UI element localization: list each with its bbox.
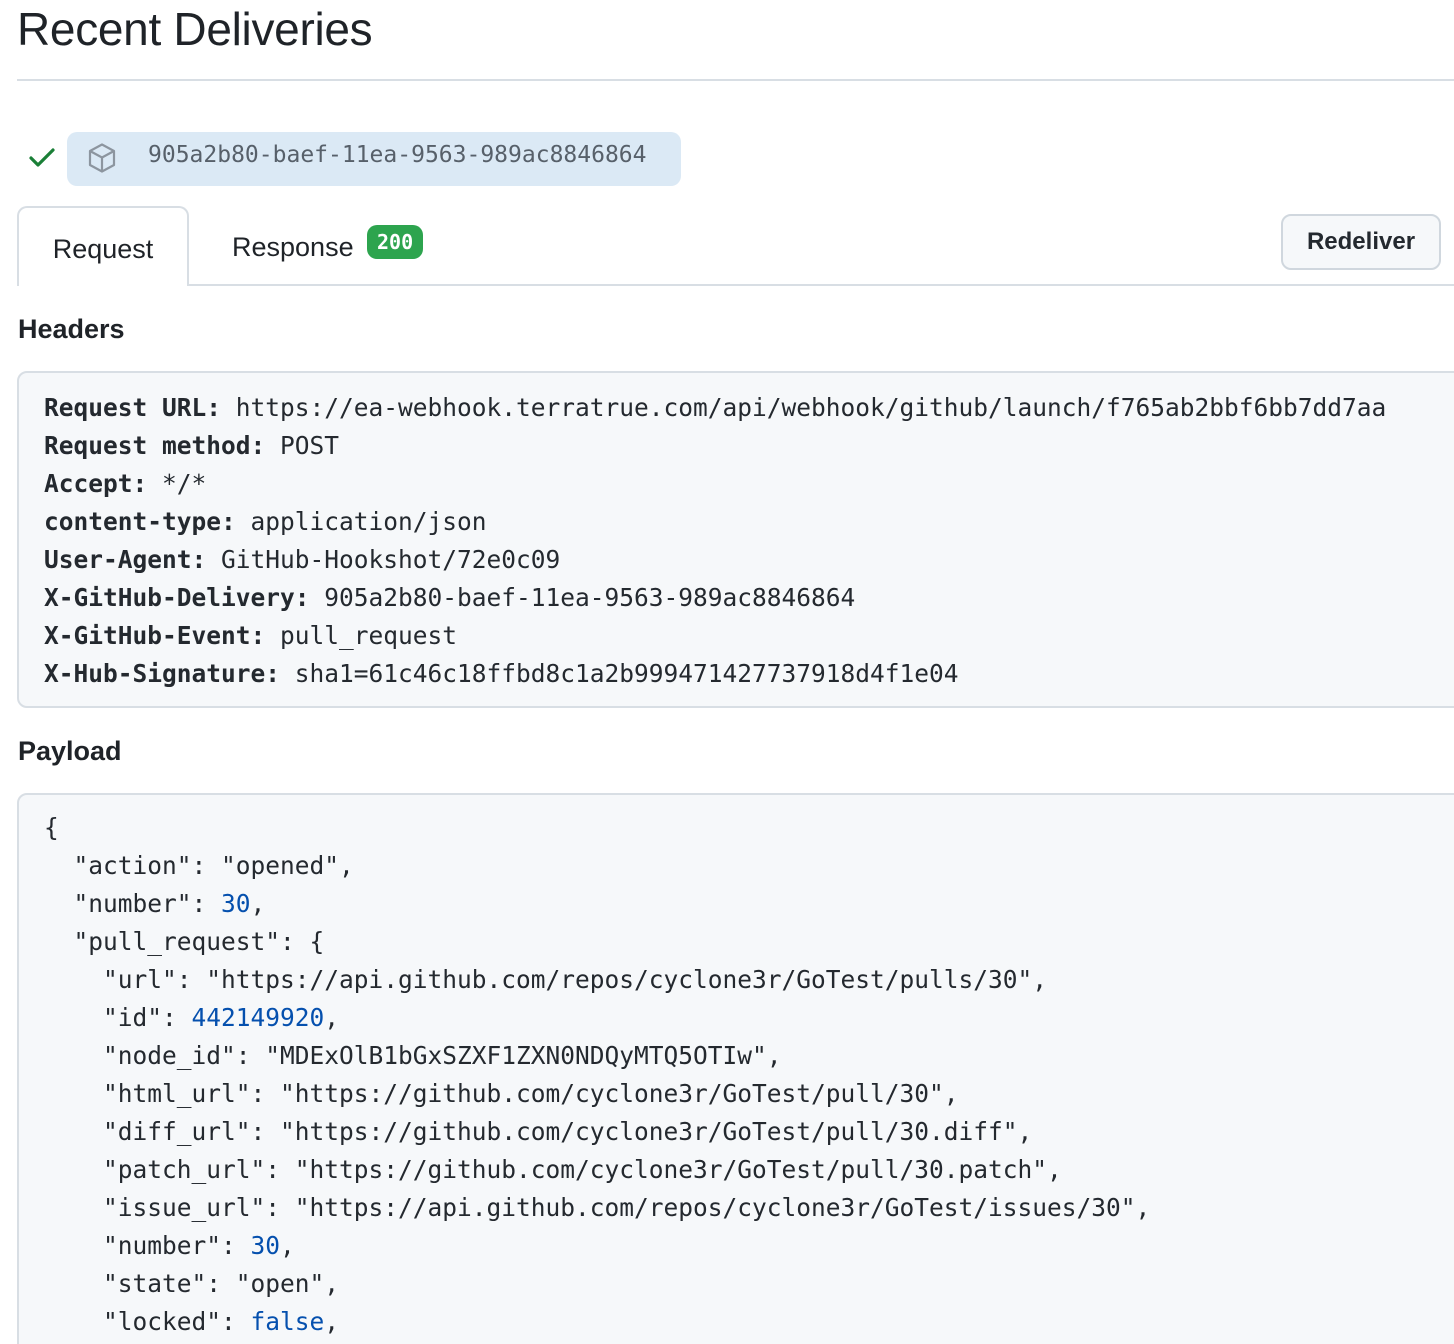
header-key: Accept: (44, 469, 148, 498)
header-value: GitHub-Hookshot/72e0c09 (206, 545, 561, 574)
tab-response-label: Response (232, 232, 354, 262)
payload-line: "node_id": "MDExOlB1bGxSZXF1ZXN0NDQyMTQ5… (44, 1037, 1150, 1075)
header-value: */* (147, 469, 207, 498)
header-value: POST (265, 431, 340, 460)
header-value: pull_request (265, 621, 458, 650)
header-key: X-GitHub-Delivery: (44, 583, 310, 612)
payload-text: "state": "open", (44, 1269, 340, 1298)
header-line: Request URL: https://ea-webhook.terratru… (44, 389, 1386, 427)
payload-punctuation: , (324, 1003, 340, 1032)
header-value: sha1=61c46c18ffbd8c1a2b999471427737918d4… (280, 659, 959, 688)
header-key: X-Hub-Signature: (44, 659, 281, 688)
title-divider (17, 79, 1454, 81)
tabs-divider (17, 284, 1454, 286)
payload-text: "html_url": "https://github.com/cyclone3… (44, 1079, 959, 1108)
payload-text: "diff_url": "https://github.com/cyclone3… (44, 1117, 1033, 1146)
payload-line: "action": "opened", (44, 847, 1150, 885)
payload-heading: Payload (18, 736, 122, 766)
payload-text: "patch_url": "https://github.com/cyclone… (44, 1155, 1062, 1184)
payload-punctuation: , (280, 1231, 295, 1260)
header-line: content-type: application/json (44, 503, 1386, 541)
header-line: Request method: POST (44, 427, 1386, 465)
payload-line: "state": "open", (44, 1265, 1150, 1303)
payload-text: "node_id": "MDExOlB1bGxSZXF1ZXN0NDQyMTQ5… (44, 1041, 782, 1070)
payload-text: "id": (44, 1003, 192, 1032)
payload-literal: 30 (221, 889, 251, 918)
package-icon (88, 143, 116, 173)
payload-line: "url": "https://api.github.com/repos/cyc… (44, 961, 1150, 999)
payload-text: "pull_request": { (44, 927, 325, 956)
headers-lines: Request URL: https://ea-webhook.terratru… (44, 389, 1386, 693)
header-key: Request URL: (44, 393, 222, 422)
header-key: content-type: (44, 507, 236, 536)
status-badge: 200 (367, 225, 424, 259)
payload-line: "issue_url": "https://api.github.com/rep… (44, 1189, 1150, 1227)
payload-line: "id": 442149920, (44, 999, 1150, 1037)
delivery-guid: 905a2b80-baef-11ea-9563-989ac8846864 (148, 142, 647, 168)
payload-punctuation: , (324, 1307, 340, 1336)
payload-literal: 442149920 (191, 1003, 325, 1032)
payload-literal: 30 (250, 1231, 281, 1260)
header-key: X-GitHub-Event: (44, 621, 266, 650)
webhook-deliveries-page: Recent Deliveries 905a2b80-baef-11ea-956… (0, 0, 1454, 1344)
header-value: application/json (235, 507, 487, 536)
payload-text: "issue_url": "https://api.github.com/rep… (44, 1193, 1151, 1222)
payload-line: "locked": false, (44, 1303, 1150, 1341)
payload-line: "pull_request": { (44, 923, 1150, 961)
payload-text: "action": "opened", (44, 851, 354, 880)
header-value: https://ea-webhook.terratrue.com/api/web… (221, 393, 1387, 422)
payload-code-block: { "action": "opened", "number": 30, "pul… (17, 793, 1454, 1344)
payload-line: "patch_url": "https://github.com/cyclone… (44, 1151, 1150, 1189)
tab-request-label: Request (52, 234, 154, 264)
header-value: 905a2b80-baef-11ea-9563-989ac8846864 (309, 583, 856, 612)
payload-text: "url": "https://api.github.com/repos/cyc… (44, 965, 1048, 994)
header-key: Request method: (44, 431, 266, 460)
headers-code-block: Request URL: https://ea-webhook.terratru… (17, 371, 1454, 708)
payload-text: "number": (44, 889, 222, 918)
payload-punctuation: , (250, 889, 266, 918)
payload-line: "html_url": "https://github.com/cyclone3… (44, 1075, 1150, 1113)
payload-text: "number": (44, 1231, 251, 1260)
header-line: Accept: */* (44, 465, 1386, 503)
payload-line: "number": 30, (44, 885, 1150, 923)
payload-lines: { "action": "opened", "number": 30, "pul… (44, 809, 1150, 1341)
delivery-guid-toggle[interactable]: 905a2b80-baef-11ea-9563-989ac8846864 (67, 132, 681, 186)
header-key: User-Agent: (44, 545, 207, 574)
header-line: X-Hub-Signature: sha1=61c46c18ffbd8c1a2b… (44, 655, 1386, 693)
page-title: Recent Deliveries (17, 3, 373, 55)
payload-line: "diff_url": "https://github.com/cyclone3… (44, 1113, 1150, 1151)
tab-response[interactable]: Response 200 (232, 220, 424, 280)
header-line: X-GitHub-Delivery: 905a2b80-baef-11ea-95… (44, 579, 1386, 617)
headers-heading: Headers (18, 314, 125, 344)
payload-text: "locked": (44, 1307, 251, 1336)
redeliver-button[interactable]: Redeliver (1281, 214, 1441, 270)
payload-text: { (44, 813, 59, 842)
header-line: User-Agent: GitHub-Hookshot/72e0c09 (44, 541, 1386, 579)
payload-literal: false (250, 1307, 325, 1336)
header-line: X-GitHub-Event: pull_request (44, 617, 1386, 655)
check-icon (29, 148, 55, 167)
payload-line: { (44, 809, 1150, 847)
payload-line: "number": 30, (44, 1227, 1150, 1265)
tab-request[interactable]: Request (17, 206, 189, 286)
